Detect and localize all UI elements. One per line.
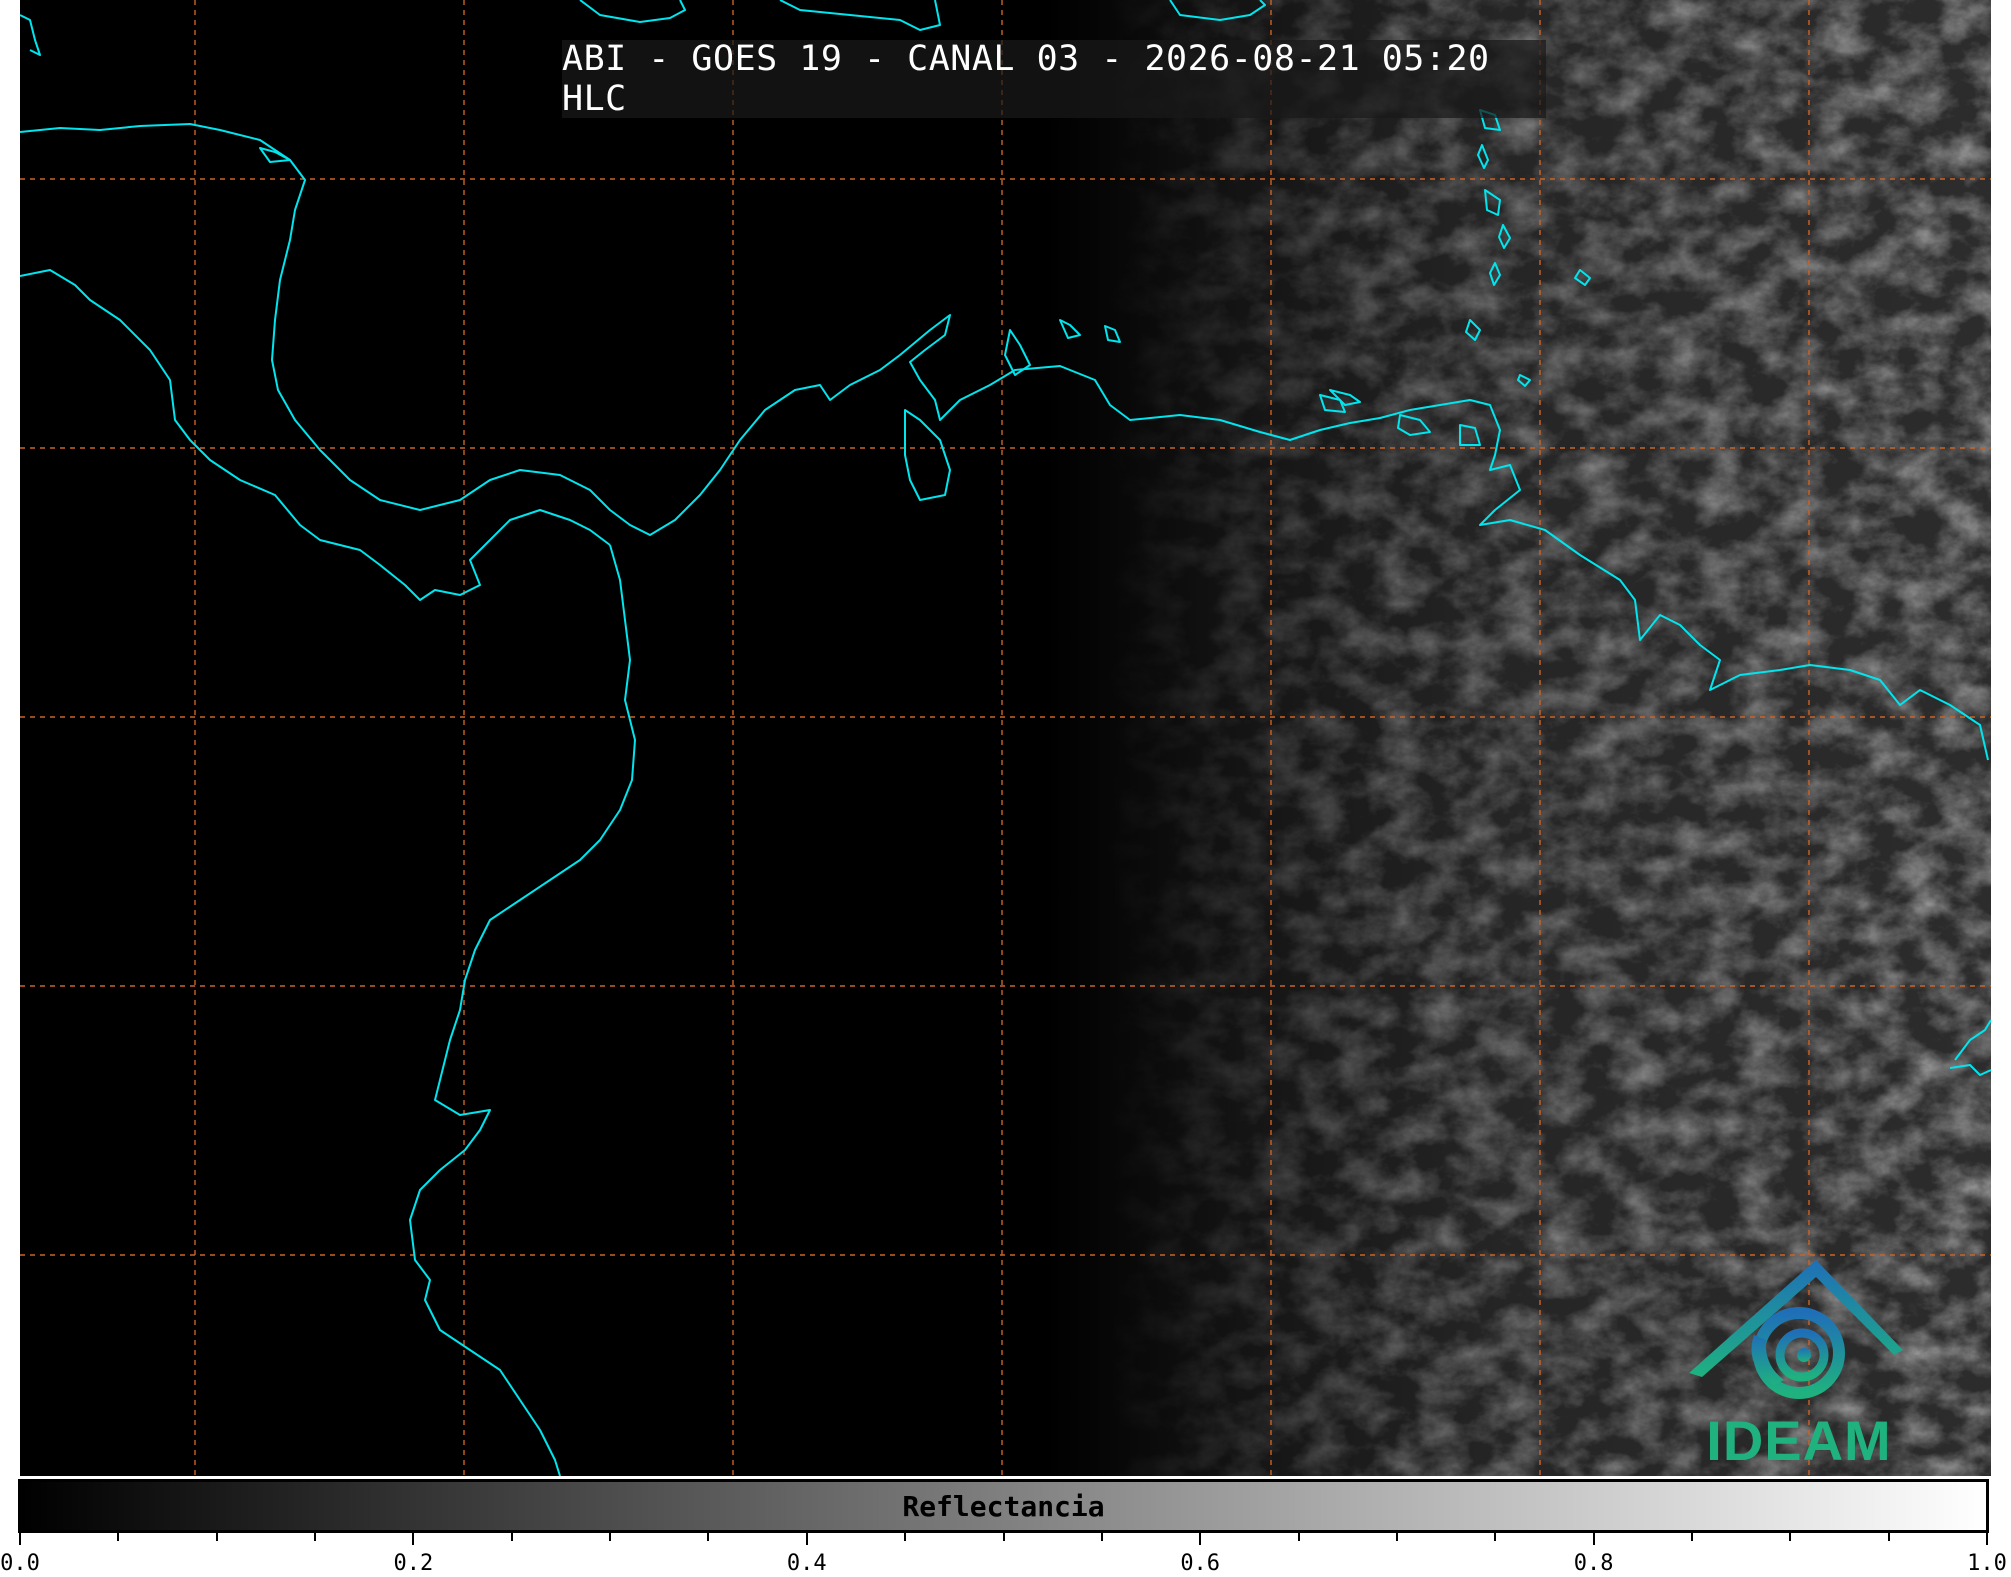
ideam-logo-icon <box>1689 1260 1903 1399</box>
satellite-map[interactable]: ABI - GOES 19 - CANAL 03 - 2026-08-21 05… <box>20 0 1991 1476</box>
colorbar-major-tick <box>805 1533 808 1545</box>
colorbar-minor-tick <box>1297 1533 1300 1541</box>
colorbar-minor-tick <box>215 1533 218 1541</box>
colorbar-minor-tick <box>117 1533 120 1541</box>
colorbar-tick-label: 0.0 <box>0 1551 40 1576</box>
colorbar-tick-label: 0.4 <box>786 1551 827 1576</box>
map-title: ABI - GOES 19 - CANAL 03 - 2026-08-21 05… <box>562 39 1546 119</box>
colorbar-major-tick <box>412 1533 415 1545</box>
colorbar-minor-tick <box>510 1533 513 1541</box>
colorbar-minor-tick <box>1002 1533 1005 1541</box>
colorbar-major-tick <box>1592 1533 1595 1545</box>
colorbar-minor-tick <box>1789 1533 1792 1541</box>
colorbar-tick-label: 0.8 <box>1573 1551 1614 1576</box>
colorbar-minor-tick <box>609 1533 612 1541</box>
colorbar-minor-tick <box>707 1533 710 1541</box>
colorbar-minor-tick <box>904 1533 907 1541</box>
colorbar-minor-tick <box>1395 1533 1398 1541</box>
colorbar-minor-tick <box>1494 1533 1497 1541</box>
colorbar-minor-tick <box>1690 1533 1693 1541</box>
colorbar-minor-tick <box>314 1533 317 1541</box>
colorbar-minor-tick <box>1100 1533 1103 1541</box>
colorbar-tick-label: 0.2 <box>393 1551 434 1576</box>
colorbar-major-tick <box>1199 1533 1202 1545</box>
ideam-logo-text: IDEAM <box>1706 1409 1892 1472</box>
colorbar: Reflectancia 0.0 0.2 0.4 0.6 0.8 1.0 <box>0 1476 2007 1576</box>
colorbar-minor-tick <box>1887 1533 1890 1541</box>
ideam-logo: IDEAM <box>1684 1255 1914 1475</box>
colorbar-tick-label: 1.0 <box>1967 1551 2007 1576</box>
colorbar-major-tick <box>1986 1533 1988 1545</box>
colorbar-major-tick <box>19 1533 21 1545</box>
colorbar-label: Reflectancia <box>902 1489 1105 1523</box>
colorbar-tick-label: 0.6 <box>1180 1551 1221 1576</box>
